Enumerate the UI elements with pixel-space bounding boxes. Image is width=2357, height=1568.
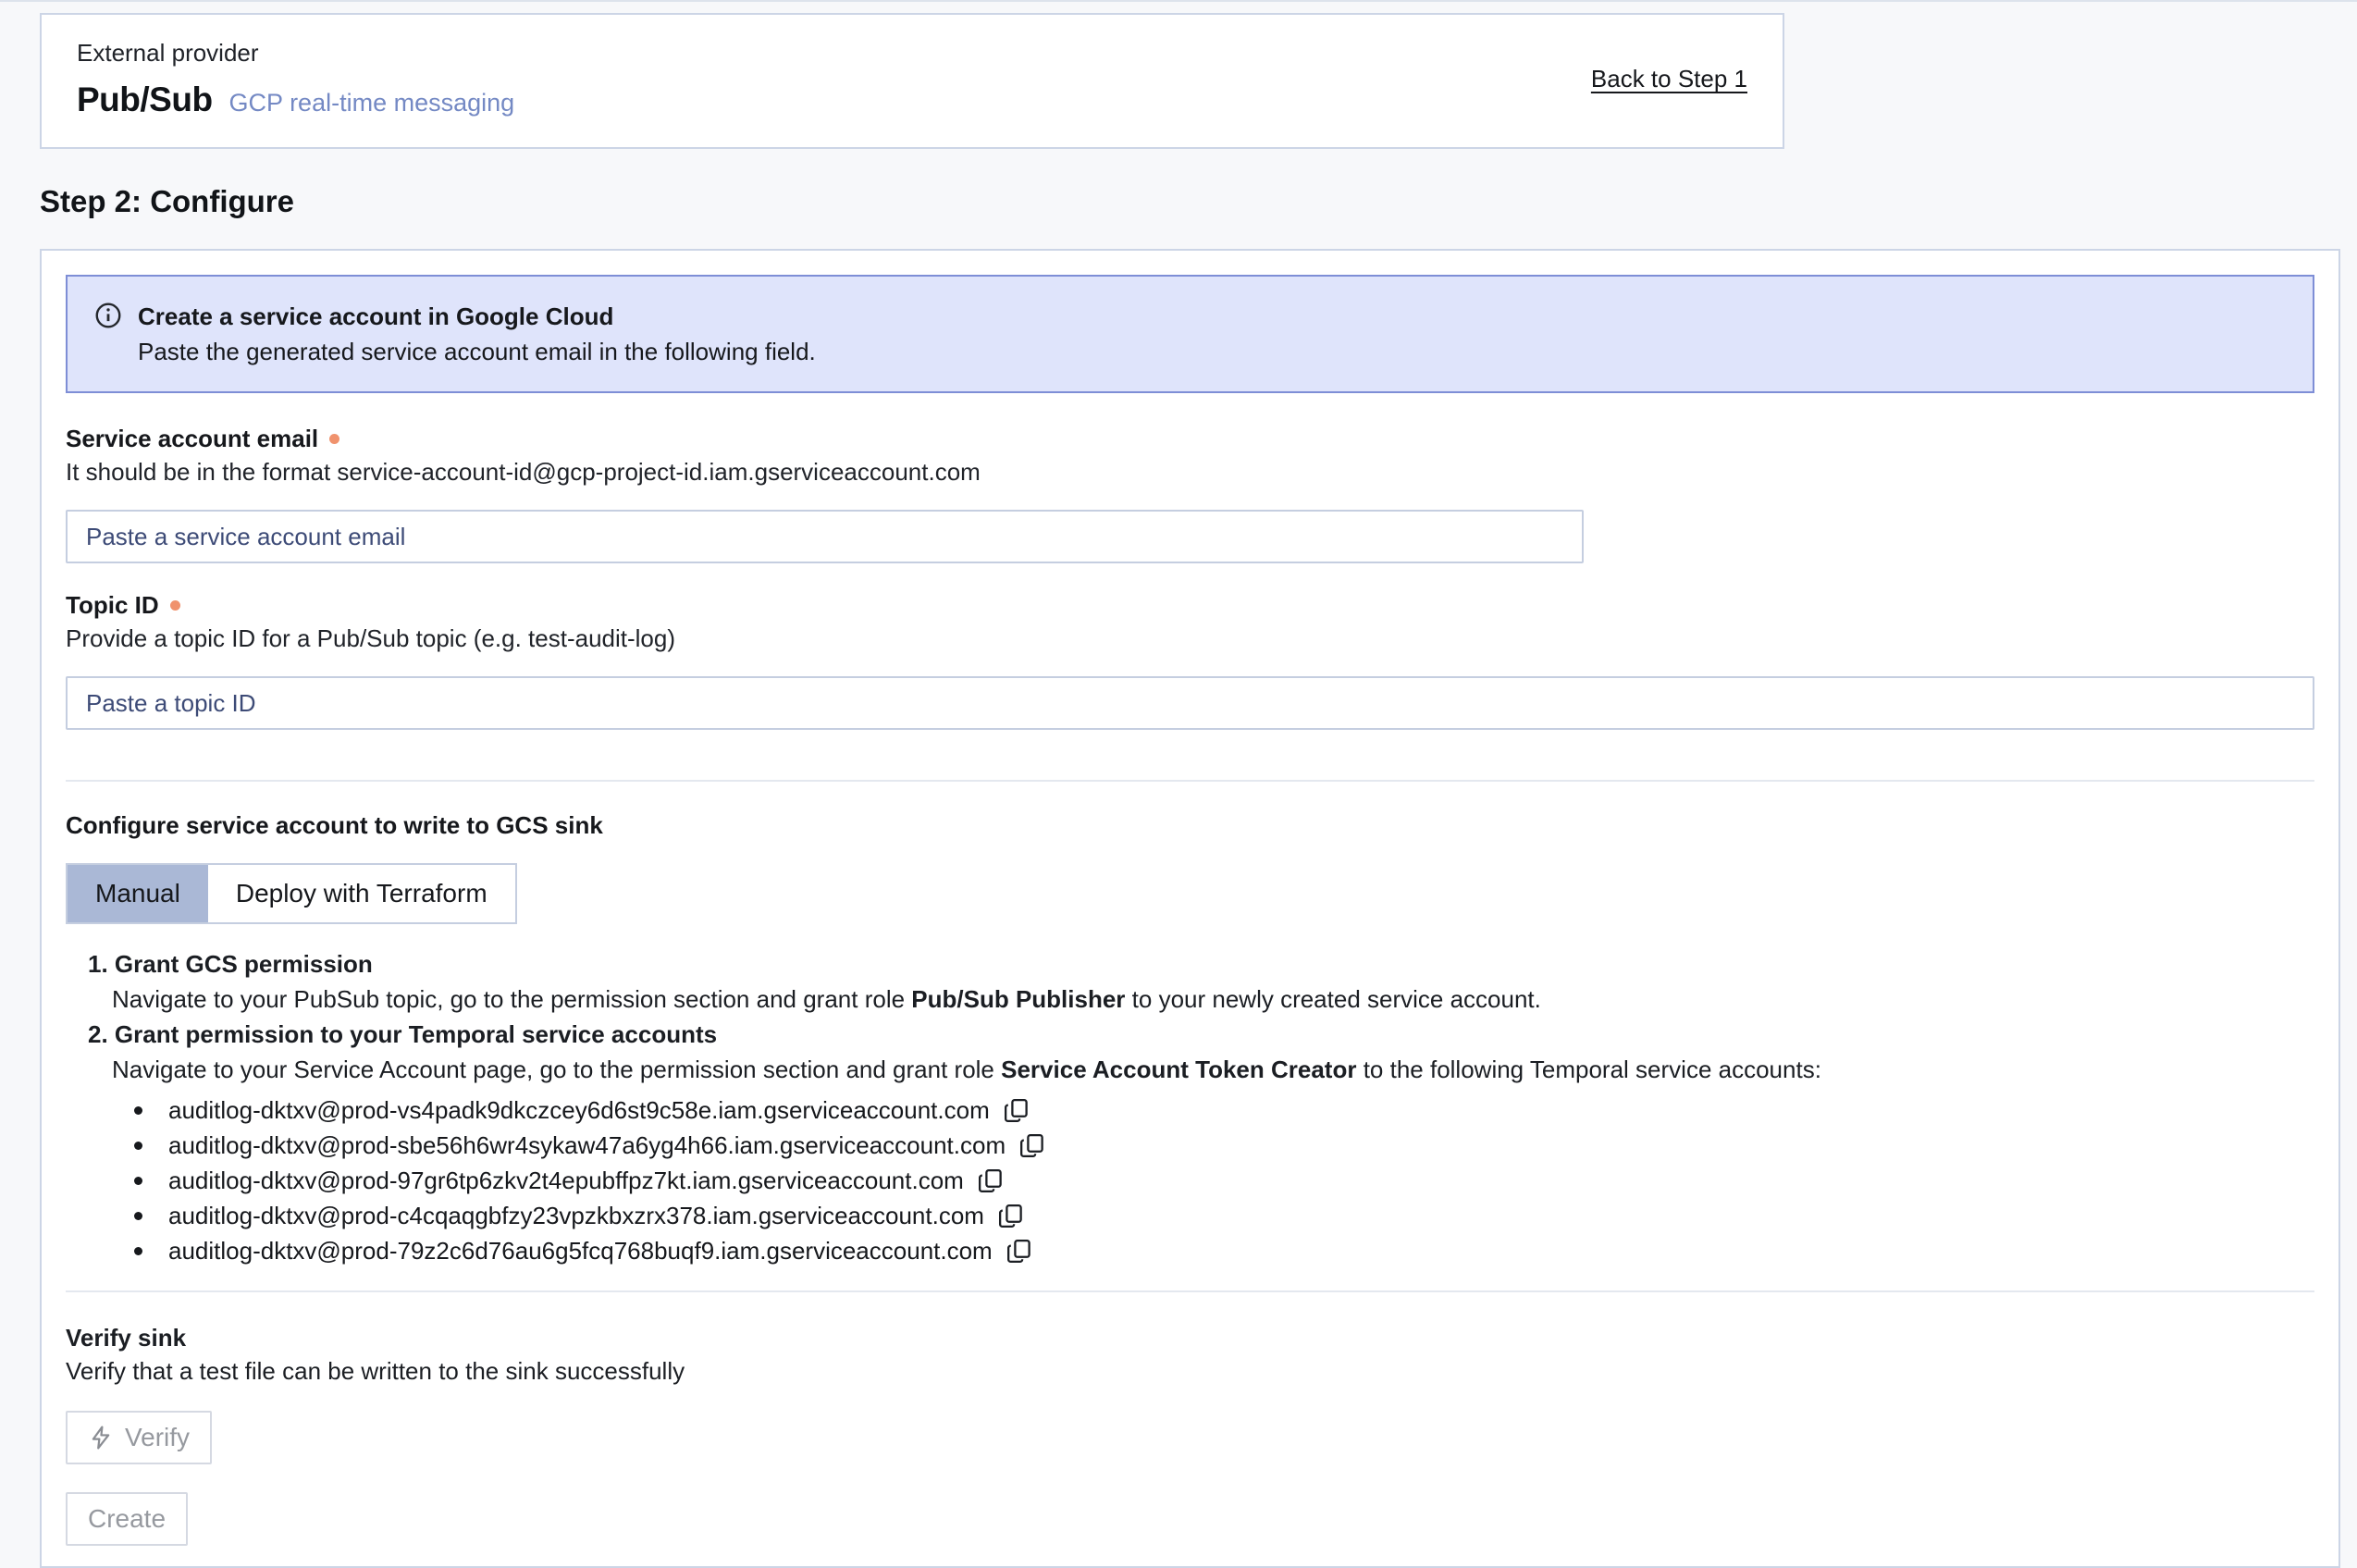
configure-card: Create a service account in Google Cloud… bbox=[40, 249, 2340, 1568]
divider bbox=[66, 780, 2314, 782]
copy-icon[interactable] bbox=[997, 1203, 1024, 1229]
topic-id-input[interactable] bbox=[66, 676, 2314, 730]
service-account-list: auditlog-dktxv@prod-vs4padk9dkczcey6d6st… bbox=[112, 1096, 2314, 1265]
service-account-row: auditlog-dktxv@prod-vs4padk9dkczcey6d6st… bbox=[112, 1096, 2314, 1124]
service-account-email: auditlog-dktxv@prod-97gr6tp6zkv2t4epubff… bbox=[168, 1167, 964, 1194]
verify-button[interactable]: Verify bbox=[66, 1411, 212, 1464]
verify-sink-title: Verify sink bbox=[66, 1324, 2314, 1352]
info-alert: Create a service account in Google Cloud… bbox=[66, 275, 2314, 393]
copy-icon[interactable] bbox=[977, 1167, 1004, 1194]
bullet bbox=[134, 1142, 142, 1150]
provider-description: GCP real-time messaging bbox=[229, 89, 515, 117]
bullet bbox=[134, 1177, 142, 1185]
info-icon bbox=[93, 299, 123, 337]
provider-card: External provider Pub/Sub GCP real-time … bbox=[40, 13, 1784, 149]
service-account-row: auditlog-dktxv@prod-c4cqaqgbfzy23vpzkbxz… bbox=[112, 1202, 2314, 1229]
page-title: Step 2: Configure bbox=[40, 184, 2357, 219]
step-number: 2. bbox=[88, 1020, 108, 1048]
service-account-email-input[interactable] bbox=[66, 510, 1584, 563]
info-alert-body: Paste the generated service account emai… bbox=[138, 334, 816, 369]
service-account-email: auditlog-dktxv@prod-vs4padk9dkczcey6d6st… bbox=[168, 1096, 990, 1124]
create-button-label: Create bbox=[88, 1504, 166, 1534]
service-account-email-field-group: Service account email It should be in th… bbox=[66, 425, 2314, 563]
step-body: Navigate to your Service Account page, g… bbox=[112, 1056, 2314, 1083]
service-account-row: auditlog-dktxv@prod-97gr6tp6zkv2t4epubff… bbox=[112, 1167, 2314, 1194]
service-account-row: auditlog-dktxv@prod-sbe56h6wr4sykaw47a6y… bbox=[112, 1131, 2314, 1159]
verify-button-label: Verify bbox=[125, 1423, 190, 1452]
tab-manual[interactable]: Manual bbox=[68, 865, 208, 922]
provider-info: External provider Pub/Sub GCP real-time … bbox=[77, 39, 514, 119]
step-body: Navigate to your PubSub topic, go to the… bbox=[112, 985, 2314, 1013]
topic-id-field-group: Topic ID Provide a topic ID for a Pub/Su… bbox=[66, 591, 2314, 730]
service-account-row: auditlog-dktxv@prod-79z2c6d76au6g5fcq768… bbox=[112, 1237, 2314, 1265]
lightning-icon bbox=[88, 1425, 114, 1451]
required-indicator bbox=[170, 600, 180, 611]
copy-icon[interactable] bbox=[1006, 1238, 1032, 1265]
step-title-grant-gcs-permission: Grant GCS permission bbox=[115, 950, 373, 978]
back-to-step-1-link[interactable]: Back to Step 1 bbox=[1591, 65, 1747, 93]
tab-deploy-with-terraform[interactable]: Deploy with Terraform bbox=[208, 865, 515, 922]
verify-sink-helper: Verify that a test file can be written t… bbox=[66, 1357, 2314, 1385]
service-account-email-helper: It should be in the format service-accou… bbox=[66, 458, 2314, 486]
provider-card-label: External provider bbox=[77, 39, 514, 68]
provider-name: Pub/Sub bbox=[77, 80, 213, 119]
topic-id-helper: Provide a topic ID for a Pub/Sub topic (… bbox=[66, 624, 2314, 652]
bullet bbox=[134, 1212, 142, 1220]
manual-steps: 1. Grant GCS permission Navigate to your… bbox=[66, 950, 2314, 1265]
create-button[interactable]: Create bbox=[66, 1492, 188, 1546]
required-indicator bbox=[329, 434, 339, 444]
divider bbox=[66, 1290, 2314, 1292]
sink-method-tabs: Manual Deploy with Terraform bbox=[66, 863, 517, 924]
bullet bbox=[134, 1106, 142, 1115]
copy-icon[interactable] bbox=[1003, 1097, 1030, 1124]
bullet bbox=[134, 1247, 142, 1255]
step-number: 1. bbox=[88, 950, 108, 978]
service-account-email: auditlog-dktxv@prod-c4cqaqgbfzy23vpzkbxz… bbox=[168, 1202, 984, 1229]
step-title-grant-temporal-permission: Grant permission to your Temporal servic… bbox=[115, 1020, 717, 1048]
topic-id-label: Topic ID bbox=[66, 591, 159, 619]
info-alert-title: Create a service account in Google Cloud bbox=[138, 299, 816, 334]
service-account-email: auditlog-dktxv@prod-79z2c6d76au6g5fcq768… bbox=[168, 1237, 993, 1265]
service-account-email-label: Service account email bbox=[66, 425, 318, 452]
service-account-email: auditlog-dktxv@prod-sbe56h6wr4sykaw47a6y… bbox=[168, 1131, 1006, 1159]
copy-icon[interactable] bbox=[1018, 1132, 1045, 1159]
sink-section-title: Configure service account to write to GC… bbox=[66, 811, 2314, 839]
